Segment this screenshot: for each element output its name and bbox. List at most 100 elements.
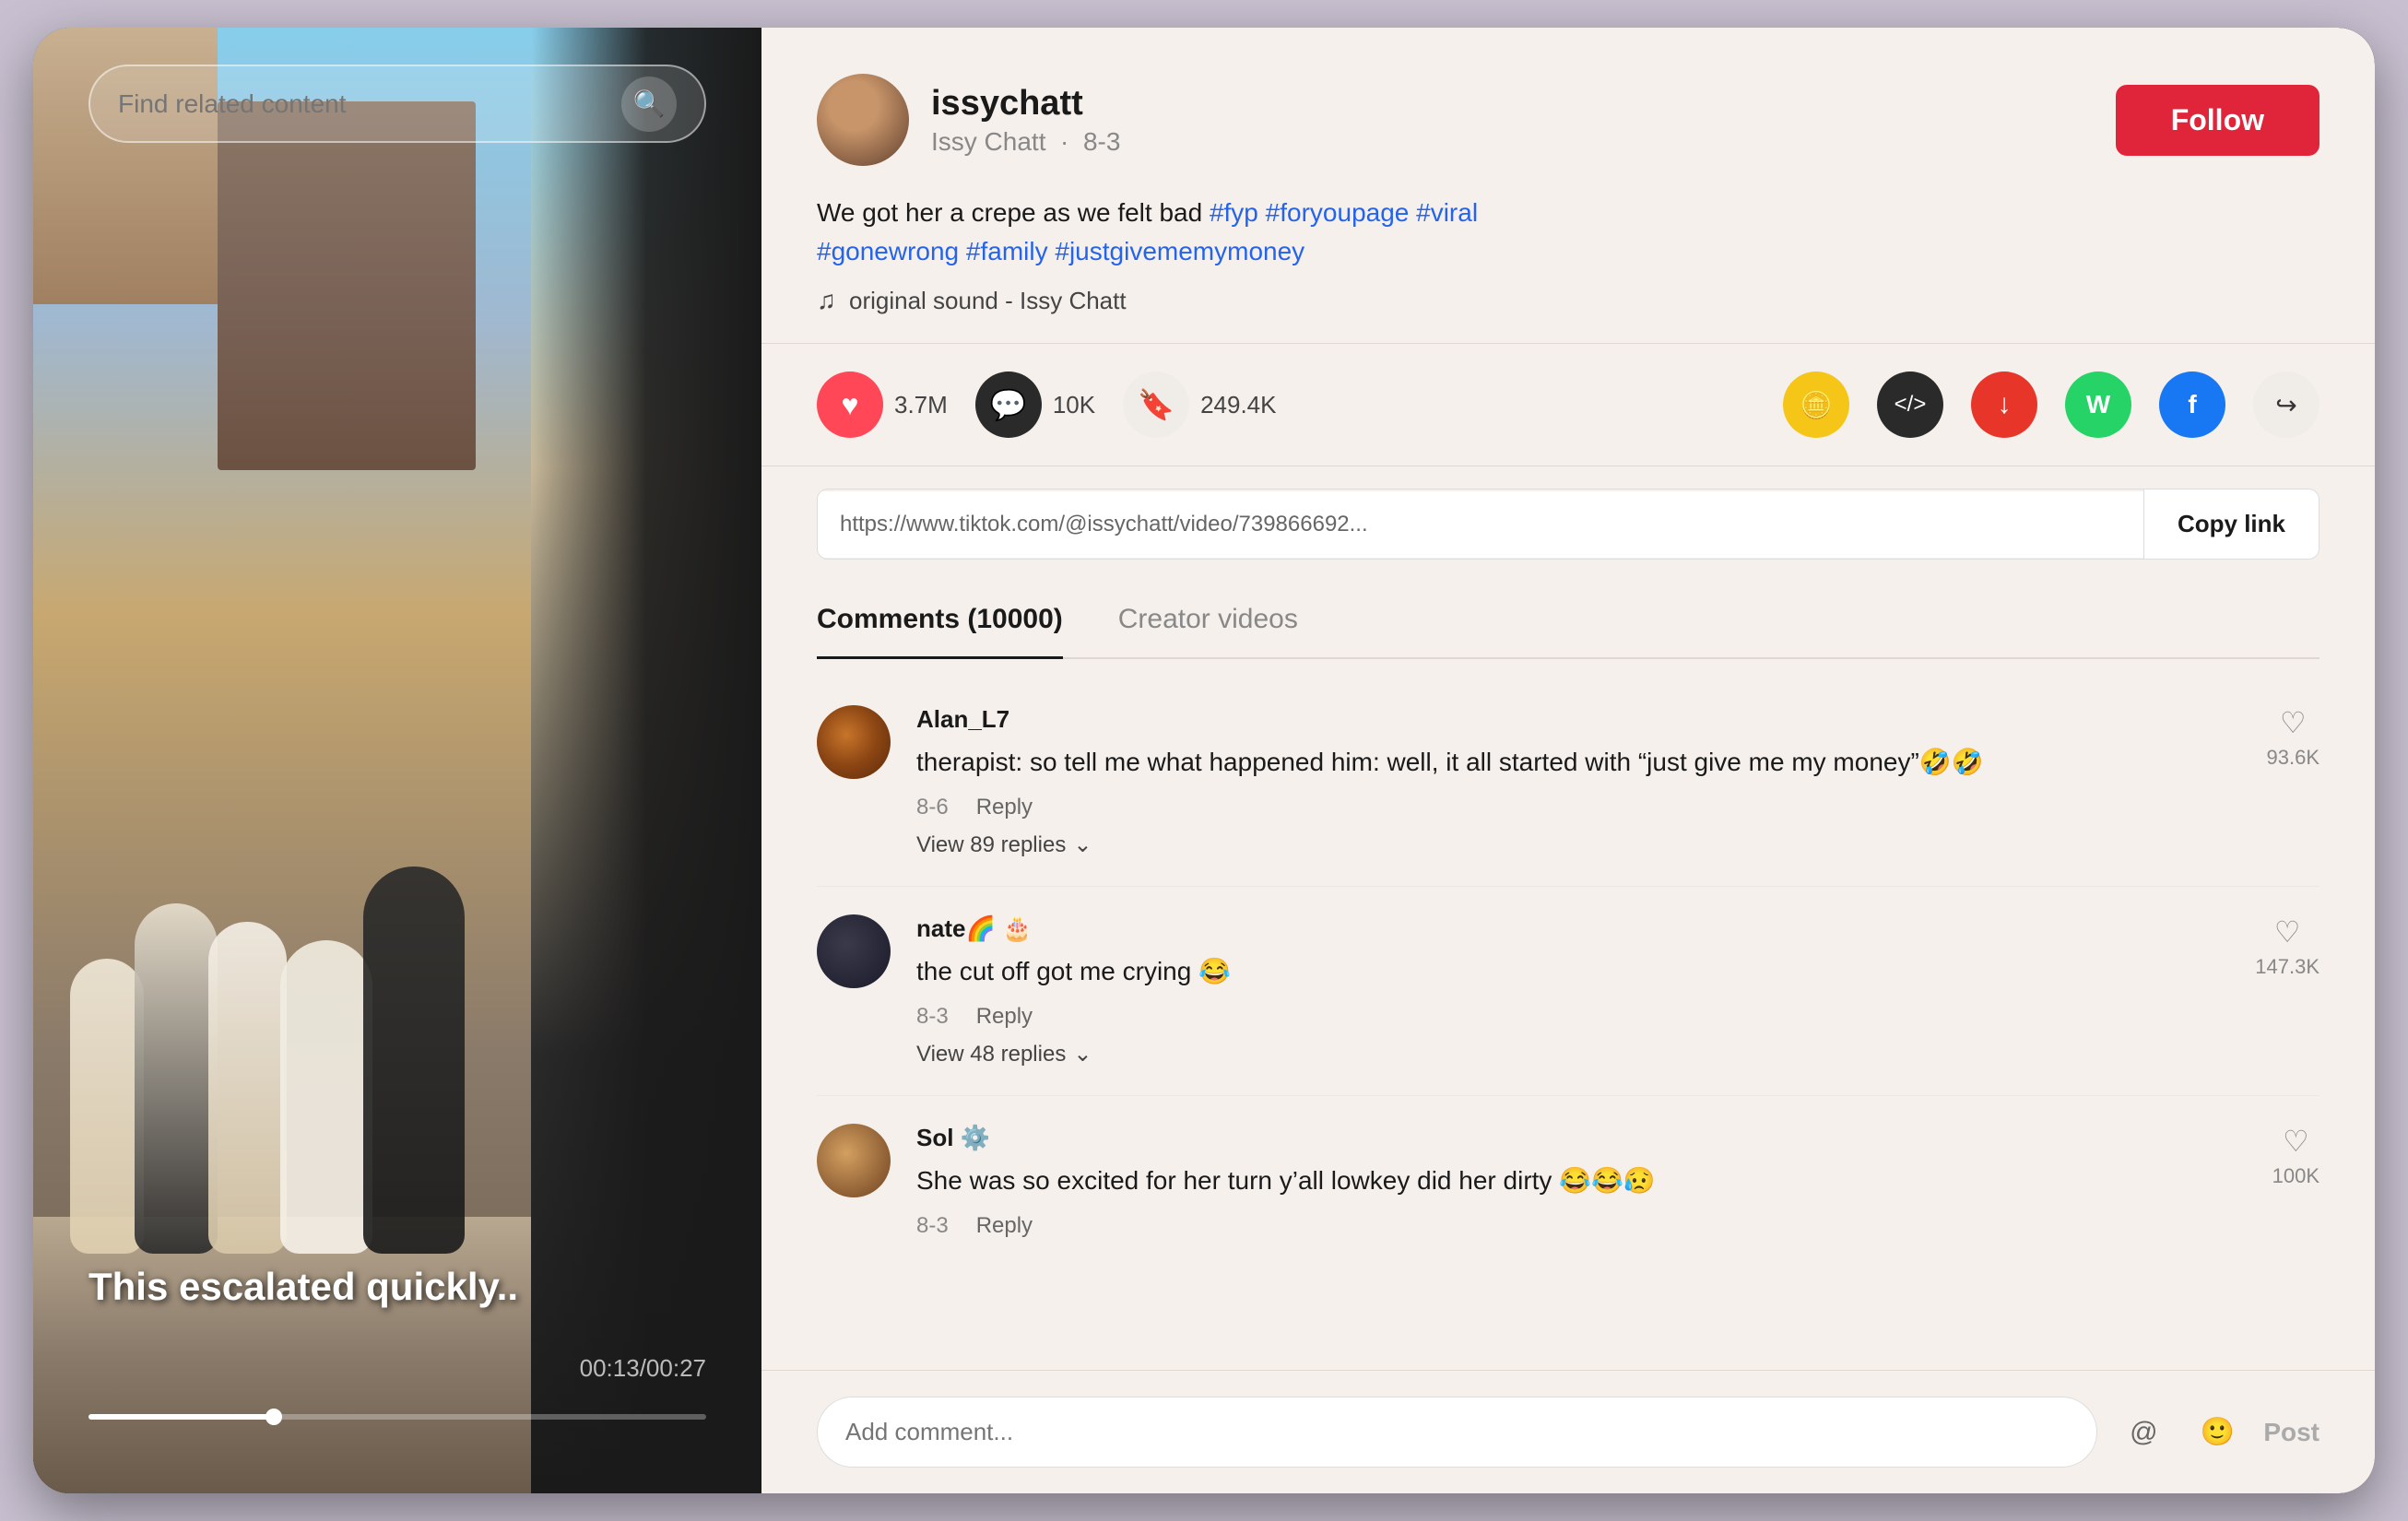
comment-input[interactable] — [817, 1397, 2097, 1468]
chevron-down-icon-2: ⌄ — [1073, 1041, 1092, 1067]
music-icon: ♫ — [817, 286, 836, 315]
comment-item: Alan_L7 therapist: so tell me what happe… — [817, 678, 2319, 887]
download-icon: ↓ — [1971, 371, 2037, 438]
user-info: issychatt Issy Chatt · 8-3 — [931, 84, 2116, 157]
avatar — [817, 74, 909, 166]
post-button[interactable]: Post — [2263, 1418, 2319, 1447]
copy-link-button[interactable]: Copy link — [2143, 489, 2319, 559]
facebook-icon: f — [2159, 371, 2225, 438]
comment-text-1: therapist: so tell me what happened him:… — [916, 743, 2241, 782]
reply-button-3[interactable]: Reply — [976, 1213, 1033, 1239]
comment-like-3: ♡ 100K — [2272, 1124, 2319, 1239]
progress-fill — [89, 1414, 274, 1420]
video-caption: This escalated quickly.. — [89, 1265, 518, 1309]
like-icon-3[interactable]: ♡ — [2283, 1124, 2309, 1159]
comment-like-2: ♡ 147.3K — [2255, 914, 2319, 1067]
coin-icon: 🪙 — [1783, 371, 1849, 438]
at-icon-button[interactable]: @ — [2116, 1405, 2171, 1460]
search-icon: 🔍 — [633, 88, 666, 119]
emoji-icon-button[interactable]: 🙂 — [2190, 1405, 2245, 1460]
comment-username-row-3: Sol ⚙️ — [916, 1124, 2247, 1152]
like-count-2: 147.3K — [2255, 955, 2319, 979]
comment-username-row-2: nate🌈 🎂 — [916, 914, 2229, 943]
avatar-image — [817, 74, 909, 166]
like-icon-2[interactable]: ♡ — [2274, 914, 2301, 949]
tab-comments[interactable]: Comments (10000) — [817, 582, 1063, 657]
bookmark-icon: 🔖 — [1123, 371, 1189, 438]
download-action[interactable]: ↓ — [1971, 371, 2037, 438]
comment-item-3: Sol ⚙️ She was so excited for her turn y… — [817, 1096, 2319, 1267]
comment-content-2: nate🌈 🎂 the cut off got me crying 😂 8-3 … — [916, 914, 2229, 1067]
user-handle: Issy Chatt · 8-3 — [931, 127, 2116, 157]
code-icon: </> — [1877, 371, 1943, 438]
like-icon-1[interactable]: ♡ — [2280, 705, 2307, 740]
search-bar[interactable]: 🔍 — [89, 65, 706, 143]
like-count-1: 93.6K — [2267, 746, 2320, 770]
tabs-row: Comments (10000) Creator videos — [817, 582, 2319, 659]
view-replies-button-1[interactable]: View 89 replies ⌄ — [916, 831, 1092, 858]
video-dark-overlay — [531, 28, 761, 1493]
username: issychatt — [931, 84, 2116, 124]
progress-track[interactable] — [89, 1414, 706, 1420]
comment-content-1: Alan_L7 therapist: so tell me what happe… — [916, 705, 2241, 858]
hashtag-viral: #viral — [1416, 198, 1478, 227]
comment-icon: 💬 — [975, 371, 1042, 438]
hashtag-family: #family — [966, 237, 1048, 265]
search-input[interactable] — [118, 89, 621, 119]
comments-area: Alan_L7 therapist: so tell me what happe… — [761, 659, 2375, 1370]
like-count-3: 100K — [2272, 1164, 2319, 1188]
comment-meta-2: 8-3 Reply — [916, 1004, 2229, 1030]
video-background: 🔍 This escalated quickly.. 00:13/00:27 — [33, 28, 761, 1493]
bookmark-count: 249.4K — [1200, 391, 1276, 419]
comment-input-area: @ 🙂 Post — [761, 1370, 2375, 1493]
hashtag-justgivememymoney: #justgivememymoney — [1055, 237, 1304, 265]
whatsapp-action[interactable]: W — [2065, 371, 2131, 438]
video-panel: 🔍 This escalated quickly.. 00:13/00:27 — [33, 28, 761, 1493]
right-panel: issychatt Issy Chatt · 8-3 Follow We got… — [761, 28, 2375, 1493]
comment-username-2: nate🌈 🎂 — [916, 914, 1032, 943]
facebook-action[interactable]: f — [2159, 371, 2225, 438]
bookmark-action[interactable]: 🔖 249.4K — [1123, 371, 1276, 438]
chevron-down-icon: ⌄ — [1073, 831, 1092, 858]
tab-creator-videos[interactable]: Creator videos — [1118, 582, 1298, 657]
comment-text-2: the cut off got me crying 😂 — [916, 952, 2229, 991]
like-count: 3.7M — [894, 391, 948, 419]
progress-bar-area[interactable] — [89, 1414, 706, 1420]
comment-username-3: Sol ⚙️ — [916, 1124, 990, 1152]
sound-row[interactable]: ♫ original sound - Issy Chatt — [817, 286, 2319, 315]
comment-time-1: 8-6 — [916, 795, 949, 820]
like-action[interactable]: ♥ 3.7M — [817, 371, 948, 438]
comment-text-3: She was so excited for her turn y’all lo… — [916, 1161, 2247, 1200]
share-action[interactable]: ↪ — [2253, 371, 2319, 438]
whatsapp-icon: W — [2065, 371, 2131, 438]
view-replies-button-2[interactable]: View 48 replies ⌄ — [916, 1041, 1092, 1067]
comment-meta-3: 8-3 Reply — [916, 1213, 2247, 1239]
follow-button[interactable]: Follow — [2116, 85, 2319, 156]
search-icon-button[interactable]: 🔍 — [621, 77, 677, 132]
video-info-header: issychatt Issy Chatt · 8-3 Follow We got… — [761, 28, 2375, 344]
hashtag-foryoupage: #foryoupage — [1266, 198, 1410, 227]
time-display: 00:13/00:27 — [580, 1354, 706, 1383]
action-bar: ♥ 3.7M 💬 10K 🔖 249.4K 🪙 </> ↓ W — [761, 344, 2375, 466]
share-icon: ↪ — [2253, 371, 2319, 438]
reply-button-2[interactable]: Reply — [976, 1004, 1033, 1030]
url-text: https://www.tiktok.com/@issychatt/video/… — [818, 491, 2143, 558]
comment-username-row-1: Alan_L7 — [916, 705, 2241, 734]
comment-action[interactable]: 💬 10K — [975, 371, 1095, 438]
app-container: 🔍 This escalated quickly.. 00:13/00:27 — [33, 28, 2375, 1493]
like-icon: ♥ — [817, 371, 883, 438]
avatar-alan — [817, 705, 891, 779]
comment-meta-1: 8-6 Reply — [916, 795, 2241, 820]
hashtag-fyp: #fyp — [1210, 198, 1258, 227]
coin-action[interactable]: 🪙 — [1783, 371, 1849, 438]
sound-label: original sound - Issy Chatt — [849, 287, 1127, 315]
comment-like-1: ♡ 93.6K — [2267, 705, 2320, 858]
progress-dot — [266, 1409, 282, 1425]
comment-count: 10K — [1053, 391, 1095, 419]
comment-content-3: Sol ⚙️ She was so excited for her turn y… — [916, 1124, 2247, 1239]
hashtag-gonewrong: #gonewrong — [817, 237, 959, 265]
avatar-sol — [817, 1124, 891, 1197]
code-action[interactable]: </> — [1877, 371, 1943, 438]
comment-item-2: nate🌈 🎂 the cut off got me crying 😂 8-3 … — [817, 887, 2319, 1096]
reply-button-1[interactable]: Reply — [976, 795, 1033, 820]
